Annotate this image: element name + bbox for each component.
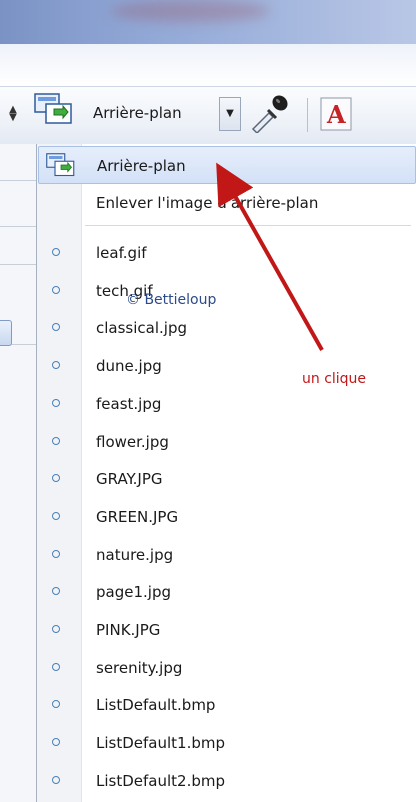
menu-item-label: feast.jpg: [96, 394, 162, 413]
text-color-icon[interactable]: A: [318, 96, 356, 132]
chevron-down-icon[interactable]: ▼: [219, 97, 241, 131]
menu-item-label: dune.jpg: [96, 357, 162, 376]
background-image-icon: [46, 153, 75, 177]
menu-item-file[interactable]: PINK.JPG: [38, 611, 416, 649]
radio-bullet-icon: [52, 775, 60, 784]
menu-item-label: ListDefault.bmp: [96, 696, 216, 715]
menu-item-background[interactable]: Arrière-plan: [38, 146, 416, 184]
menu-item-remove-background[interactable]: Enlever l'image d'arrière-plan: [38, 184, 416, 222]
screenshot-root: ▲ ▼ Arrière-plan ▼ A Arrière-plan Enleve…: [0, 0, 416, 802]
radio-bullet-icon: [52, 738, 60, 747]
radio-bullet-icon: [52, 398, 60, 407]
menu-item-label: leaf.gif: [96, 244, 147, 262]
background-dropdown-label[interactable]: Arrière-plan: [93, 104, 182, 122]
radio-bullet-icon: [52, 587, 60, 596]
menu-item-label: PINK.JPG: [96, 621, 161, 639]
menu-item-label: Enlever l'image d'arrière-plan: [96, 194, 319, 212]
up-down-arrows-icon[interactable]: ▲ ▼: [8, 105, 18, 123]
menu-item-file[interactable]: page1.jpg: [38, 573, 416, 611]
panel-divider: [0, 264, 36, 265]
menu-item-label: ListDefault2.bmp: [96, 771, 225, 790]
menu-item-label: classical.jpg: [96, 319, 187, 338]
svg-text:A: A: [326, 100, 346, 129]
menu-item-file[interactable]: ListDefault1.bmp: [38, 724, 416, 762]
window-title-area: [0, 0, 416, 44]
menu-item-file[interactable]: ListDefault2.bmp: [38, 762, 416, 800]
window-header-gap: [0, 44, 416, 86]
radio-bullet-icon: [52, 248, 60, 256]
menu-item-file[interactable]: flower.jpg: [38, 423, 416, 461]
menu-item-file[interactable]: nature.jpg: [38, 536, 416, 574]
radio-bullet-icon: [52, 436, 60, 445]
menu-item-file[interactable]: serenity.jpg: [38, 649, 416, 687]
radio-bullet-icon: [52, 474, 60, 483]
menu-item-label: flower.jpg: [96, 432, 169, 451]
radio-bullet-icon: [52, 285, 60, 294]
radio-bullet-icon: [52, 511, 60, 520]
radio-bullet-icon: [52, 361, 60, 370]
underlying-panel: [0, 144, 36, 802]
radio-bullet-icon: [52, 700, 60, 709]
menu-item-file[interactable]: ListDefault.bmp: [38, 686, 416, 724]
menu-item-label: nature.jpg: [96, 545, 174, 564]
menu-separator: [85, 225, 411, 226]
blurred-title-region: [110, 0, 270, 22]
click-annotation-text: un clique: [302, 371, 367, 387]
menu-item-file[interactable]: feast.jpg: [38, 385, 416, 423]
background-image-icon[interactable]: [34, 92, 74, 126]
radio-bullet-icon: [52, 625, 60, 633]
toolbar-separator: [307, 98, 308, 132]
menu-item-label: page1.jpg: [96, 583, 171, 602]
menu-item-label: ListDefault1.bmp: [96, 734, 225, 753]
menu-item-label: serenity.jpg: [96, 658, 183, 677]
menu-item-file[interactable]: leaf.gif: [38, 234, 416, 272]
panel-divider: [0, 180, 36, 181]
menu-item-label: GRAY.JPG: [96, 470, 163, 489]
eyedropper-icon[interactable]: [247, 93, 293, 133]
panel-divider: [0, 226, 36, 227]
radio-bullet-icon: [52, 323, 60, 332]
watermark-text: © Bettieloup: [126, 292, 217, 308]
menu-item-label: Arrière-plan: [97, 157, 186, 175]
menu-item-file[interactable]: classical.jpg: [38, 309, 416, 347]
menu-item-file[interactable]: tech.gif: [38, 272, 416, 310]
menu-item-file[interactable]: GREEN.JPG: [38, 498, 416, 536]
radio-bullet-icon: [52, 662, 60, 671]
menu-item-file[interactable]: GRAY.JPG: [38, 460, 416, 498]
background-dropdown-menu: Arrière-plan Enlever l'image d'arrière-p…: [36, 144, 416, 802]
radio-bullet-icon: [52, 549, 60, 558]
menu-item-label: GREEN.JPG: [96, 507, 179, 526]
panel-side-button[interactable]: [0, 320, 12, 346]
